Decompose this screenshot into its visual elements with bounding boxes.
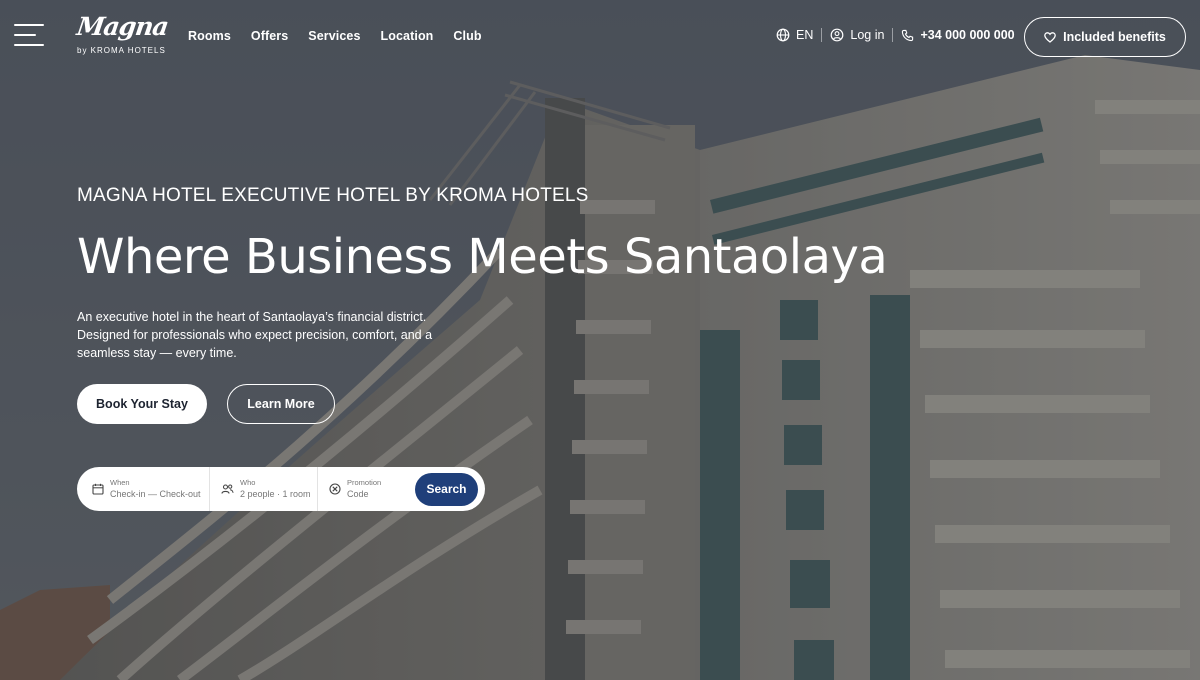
globe-icon: [776, 28, 790, 42]
learn-more-button[interactable]: Learn More: [227, 384, 335, 424]
promo-code-field[interactable]: Promotion Code: [317, 467, 415, 511]
nav-item-club[interactable]: Club: [453, 29, 481, 43]
search-button[interactable]: Search: [415, 472, 478, 506]
main-nav: Rooms Offers Services Location Club: [188, 29, 502, 43]
tag-icon: [329, 483, 341, 495]
nav-item-location[interactable]: Location: [381, 29, 434, 43]
benefits-label: Included benefits: [1063, 30, 1166, 44]
hero-section: MAGNA HOTEL EXECUTIVE HOTEL BY KROMA HOT…: [77, 184, 977, 424]
when-label: When: [110, 477, 130, 487]
language-selector[interactable]: EN: [776, 28, 813, 42]
nav-item-offers[interactable]: Offers: [251, 29, 288, 43]
promo-value: Code: [347, 488, 369, 499]
people-icon: [221, 483, 234, 495]
hero-headline: Where Business Meets Santaolaya: [77, 229, 888, 285]
phone-link[interactable]: +34 000 000 000: [901, 28, 1015, 42]
brand-logo[interactable]: Magna by KROMA HOTELS: [75, 12, 170, 60]
hero-eyebrow: MAGNA HOTEL EXECUTIVE HOTEL BY KROMA HOT…: [77, 185, 589, 206]
logo-tagline: by KROMA HOTELS: [77, 46, 166, 55]
who-label: Who: [240, 477, 256, 487]
heart-icon: [1044, 31, 1056, 43]
when-value: Check-in — Check-out: [110, 488, 201, 499]
logo-wordmark: Magna: [75, 12, 170, 41]
promo-label: Promotion: [347, 477, 382, 487]
nav-item-rooms[interactable]: Rooms: [188, 29, 231, 43]
guests-field[interactable]: Who 2 people · 1 room: [209, 467, 317, 511]
included-benefits-button[interactable]: Included benefits: [1024, 17, 1186, 57]
divider: [892, 28, 894, 42]
booking-widget: When Check-in — Check-out Who 2 people ·…: [77, 467, 485, 511]
divider: [821, 28, 823, 42]
phone-icon: [902, 29, 914, 41]
login-link[interactable]: Log in: [830, 28, 884, 42]
hero-description: An executive hotel in the heart of Santa…: [77, 310, 433, 360]
nav-item-services[interactable]: Services: [308, 29, 360, 43]
book-your-stay-button[interactable]: Book Your Stay: [77, 384, 207, 424]
date-picker-field[interactable]: When Check-in — Check-out: [77, 467, 209, 511]
calendar-icon: [92, 483, 104, 495]
site-header: Magna by KROMA HOTELS Rooms Offers Servi…: [0, 0, 1200, 74]
language-label: EN: [796, 28, 814, 42]
phone-number: +34 000 000 000: [920, 28, 1015, 42]
utility-nav: EN Log in +34 000 000 000: [776, 28, 1015, 42]
hero-cta-group: Book Your Stay Learn More: [77, 384, 977, 424]
who-value: 2 people · 1 room: [240, 488, 311, 499]
user-icon: [830, 28, 844, 42]
login-label: Log in: [850, 28, 885, 42]
hamburger-icon[interactable]: [14, 22, 46, 50]
